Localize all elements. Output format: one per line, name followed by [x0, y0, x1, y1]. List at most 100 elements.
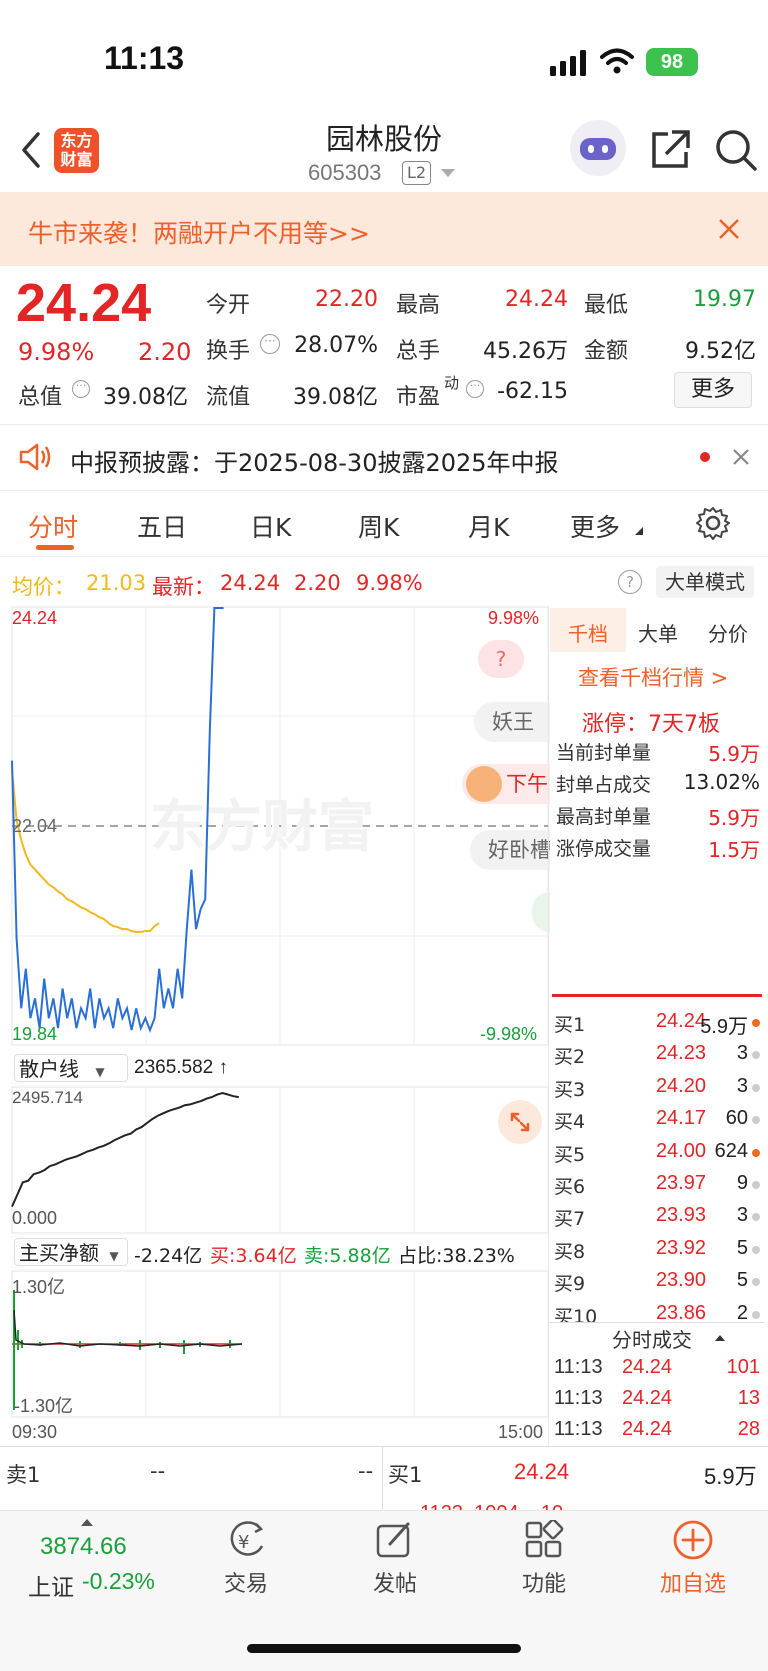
panel-tab-depth[interactable]: 千档	[568, 618, 608, 647]
expand-up-icon[interactable]	[80, 1517, 94, 1527]
large-order-mode-button[interactable]: 大单模式	[656, 566, 754, 598]
info-icon[interactable]: ···	[72, 380, 90, 398]
bid-volume: 5	[736, 1269, 748, 1292]
price-chart[interactable]: 东方财富	[0, 606, 550, 1046]
pe-label: 市盈	[396, 385, 441, 410]
bid-row[interactable]: 买1 24.24 5.9万	[554, 1006, 764, 1038]
depth-quote-link[interactable]: 查看千档行情 >	[578, 662, 728, 692]
nav-add-watchlist[interactable]: 加自选	[638, 1566, 748, 1598]
bid-price: 23.86	[655, 1301, 706, 1322]
trade-row: 11:13 24.24 13	[554, 1385, 764, 1416]
netflow-chart	[11, 1270, 549, 1418]
change-percent: 9.98%	[18, 338, 95, 366]
tab-daily-k[interactable]: 日K	[250, 508, 291, 544]
assistant-avatar-icon[interactable]	[570, 120, 626, 176]
bid-row[interactable]: 买4 24.17 60	[554, 1103, 764, 1135]
low-value: 19.97	[693, 287, 756, 312]
notice-text[interactable]: 中报预披露：于2025-08-30披露2025年中报	[70, 443, 559, 478]
info-icon[interactable]: ···	[466, 380, 484, 398]
expand-icon[interactable]	[498, 1100, 542, 1144]
chevron-down-icon: ▼	[109, 1249, 119, 1263]
bid-price: 24.23	[655, 1042, 706, 1065]
change-amount: 2.20	[138, 338, 192, 366]
close-notice-icon[interactable]	[732, 448, 750, 466]
bottom-ask1-price: --	[150, 1459, 166, 1483]
bid-price: 23.90	[655, 1269, 706, 1292]
limit-stat-value: 5.9万	[708, 742, 760, 766]
float-cap-value: 39.08亿	[293, 385, 378, 410]
bid-volume: 9	[736, 1171, 748, 1194]
bid-volume: 624	[714, 1139, 748, 1162]
float-cap-label: 流值	[206, 385, 251, 410]
trade-time: 11:13	[554, 1356, 603, 1378]
tab-weekly-k[interactable]: 周K	[358, 508, 399, 544]
nav-post[interactable]: 发帖	[340, 1566, 450, 1598]
trades-header[interactable]: 分时成交	[612, 1324, 692, 1353]
market-cap-label: 总值	[18, 385, 63, 410]
search-icon[interactable]	[714, 128, 758, 172]
share-icon[interactable]	[648, 128, 692, 172]
high-value: 24.24	[505, 287, 568, 312]
collapse-triangle-icon[interactable]	[714, 1333, 726, 1343]
level2-badge[interactable]: L2	[402, 161, 432, 185]
low-label: 最低	[584, 293, 629, 318]
trade-icon[interactable]: ¥	[226, 1520, 268, 1560]
bid-volume: 3	[736, 1204, 748, 1227]
bottom-next-row: 1123 1004 10	[0, 1494, 768, 1510]
close-banner-icon[interactable]	[718, 218, 740, 240]
tag-comment[interactable]: 好卧槽	[470, 830, 550, 870]
bid-dot	[752, 1310, 760, 1319]
panel-tab-price-distribution[interactable]: 分价	[708, 618, 748, 647]
tab-monthly-k[interactable]: 月K	[468, 508, 509, 544]
bid-level: 买8	[554, 1240, 586, 1263]
more-quote-button[interactable]: 更多	[674, 372, 752, 408]
bid-row[interactable]: 买8 23.92 5	[554, 1233, 764, 1265]
tab-five-day[interactable]: 五日	[137, 508, 187, 544]
amount-label: 金额	[584, 339, 629, 364]
bid-price: 24.00	[655, 1139, 706, 1162]
compose-icon[interactable]	[374, 1520, 416, 1560]
bid-price: 23.93	[655, 1204, 706, 1227]
time-axis-start: 09:30	[12, 1422, 58, 1442]
promo-banner-text[interactable]: 牛市来袭！两融开户不用等>>	[28, 214, 370, 250]
bid-row[interactable]: 买5 24.00 624	[554, 1136, 764, 1168]
more-triangle-icon	[635, 527, 643, 535]
functions-icon[interactable]	[524, 1520, 564, 1560]
bid-row[interactable]: 买2 24.23 3	[554, 1038, 764, 1070]
help-icon[interactable]: ?	[618, 570, 642, 594]
index-change[interactable]: -0.23%	[82, 1568, 155, 1595]
tab-more[interactable]: 更多	[570, 508, 620, 544]
index-name[interactable]: 上证	[28, 1568, 74, 1602]
tag-demon-king[interactable]: 妖王	[474, 702, 550, 742]
panel-tab-large-order[interactable]: 大单	[638, 618, 678, 647]
info-icon[interactable]: ···	[260, 334, 280, 354]
settings-icon[interactable]	[696, 506, 730, 540]
index-value[interactable]: 3874.66	[40, 1533, 127, 1561]
dropdown-icon[interactable]	[440, 168, 456, 178]
netflow-selector[interactable]: 主买净额 ▼	[14, 1238, 128, 1266]
bid-row[interactable]: 买10 23.86 2	[554, 1298, 764, 1322]
bid-row[interactable]: 买3 24.20 3	[554, 1071, 764, 1103]
bid-dot	[752, 1180, 760, 1189]
add-watchlist-icon[interactable]	[672, 1519, 714, 1561]
bid-level: 买10	[554, 1305, 598, 1322]
bid-row[interactable]: 买9 23.90 5	[554, 1265, 764, 1297]
limit-stat-label: 最高封单量	[556, 806, 652, 828]
nav-functions[interactable]: 功能	[489, 1566, 599, 1598]
tab-intraday[interactable]: 分时	[28, 508, 78, 544]
retail-line-selector[interactable]: 散户线 ▼	[14, 1054, 128, 1082]
nav-trade[interactable]: 交易	[191, 1566, 301, 1598]
trade-price: 24.24	[622, 1387, 673, 1409]
limit-stat-value: 1.5万	[708, 838, 760, 862]
bid-row[interactable]: 买6 23.97 9	[554, 1168, 764, 1200]
axis-top-percent: 9.98%	[488, 608, 540, 628]
bid-level: 买7	[554, 1208, 586, 1231]
latest-label: 最新：	[152, 575, 215, 599]
trade-price: 24.24	[622, 1418, 673, 1440]
question-bubble[interactable]: ?	[478, 640, 524, 678]
speaker-icon	[19, 443, 51, 471]
bid-row[interactable]: 买7 23.93 3	[554, 1200, 764, 1232]
axis-top-price: 24.24	[12, 608, 58, 628]
netflow-axis-max: 1.30亿	[12, 1277, 66, 1297]
divider	[548, 1322, 764, 1323]
